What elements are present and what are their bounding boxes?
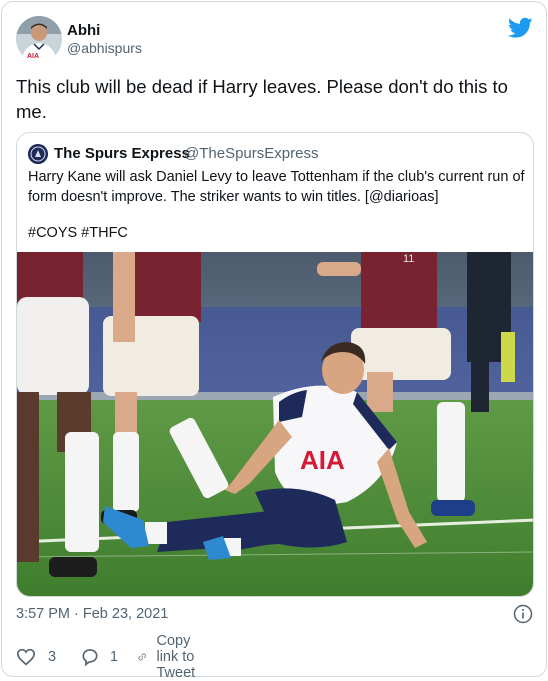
quoted-tweet-text: Harry Kane will ask Daniel Levy to leave… [28, 169, 525, 205]
tweet-text: This club will be dead if Harry leaves. … [16, 76, 508, 122]
avatar[interactable]: AIA [16, 16, 62, 62]
like-count: 3 [48, 649, 57, 665]
author-handle[interactable]: @abhispurs [67, 40, 142, 56]
quoted-hashtags[interactable]: #COYS #THFC [28, 225, 128, 241]
spurs-express-logo [28, 144, 48, 164]
reply-bubble-icon [82, 649, 98, 667]
info-icon[interactable] [513, 604, 533, 624]
avatar-kit-text: AIA [27, 53, 39, 60]
like-button[interactable]: 3 [16, 646, 56, 668]
heart-icon [16, 648, 36, 666]
copy-link-button[interactable]: Copy link to Tweet [138, 633, 207, 681]
author-name[interactable]: Abhi [67, 22, 100, 39]
quoted-tweet[interactable]: The Spurs Express @TheSpursExpress Harry… [16, 132, 534, 597]
link-icon [138, 653, 146, 661]
reply-button[interactable]: 1 [80, 646, 118, 668]
shirt-number: 11 [403, 253, 414, 265]
quoted-author-handle[interactable]: @TheSpursExpress [184, 145, 318, 162]
kit-sponsor-text: AIA [300, 445, 345, 475]
twitter-bird-icon[interactable] [508, 17, 533, 39]
reply-count: 1 [110, 649, 119, 665]
copy-link-label: Copy link to Tweet [156, 633, 196, 681]
tweet-embed-card[interactable]: AIA Abhi @abhispurs This club will be de… [1, 1, 547, 681]
quoted-author-name[interactable]: The Spurs Express [54, 145, 190, 162]
tweet-timestamp[interactable]: 3:57 PM · Feb 23, 2021 [16, 606, 168, 622]
quoted-tweet-photo[interactable]: 11 AIA [17, 252, 534, 597]
avatar-icon: AIA [16, 16, 62, 62]
